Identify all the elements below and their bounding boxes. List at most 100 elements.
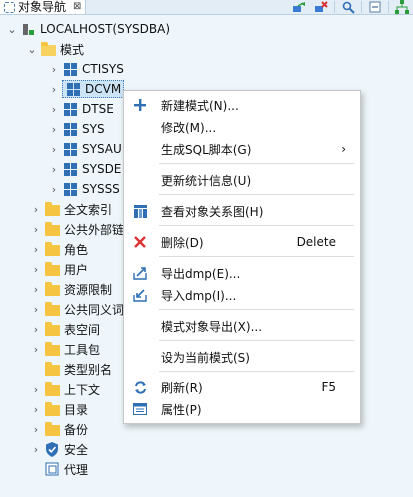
chevron-right-icon[interactable]: › xyxy=(46,103,62,116)
close-icon[interactable]: ⊠ xyxy=(73,1,81,13)
database-server-icon xyxy=(20,21,36,37)
folder-icon xyxy=(44,421,60,437)
chevron-right-icon[interactable]: › xyxy=(28,263,44,276)
submenu-arrow-icon: › xyxy=(341,142,346,156)
chevron-right-icon[interactable]: › xyxy=(28,423,44,436)
chevron-right-icon[interactable]: › xyxy=(28,343,44,356)
folder-icon xyxy=(44,281,60,297)
menu-item-label: 刷新(R) xyxy=(161,380,203,395)
chevron-right-icon[interactable]: › xyxy=(28,243,44,256)
tree-node-schema[interactable]: › SYSAU xyxy=(46,139,122,159)
chevron-right-icon[interactable]: › xyxy=(28,303,44,316)
tree-node-label: 用户 xyxy=(64,262,89,277)
menu-item-export-dmp[interactable]: 导出dmp(E)... xyxy=(124,262,360,284)
chevron-right-icon[interactable]: › xyxy=(28,383,44,396)
tree-node-folder[interactable]: 类型别名 xyxy=(28,359,112,379)
chevron-right-icon[interactable]: › xyxy=(46,83,62,96)
connect-icon[interactable] xyxy=(288,0,310,14)
folder-icon xyxy=(44,401,60,417)
menu-item-delete[interactable]: 删除(D) Delete xyxy=(124,231,360,253)
tree-node-label: 全文索引 xyxy=(64,202,113,217)
chevron-right-icon[interactable]: › xyxy=(28,283,44,296)
tree-node-label: DCVM xyxy=(85,82,122,96)
tree-node-schema[interactable]: › SYS xyxy=(46,119,105,139)
tree-node-schema-selected[interactable]: › DCVM xyxy=(46,79,125,99)
menu-item-label: 设为当前模式(S) xyxy=(161,350,250,365)
tree-node-schema[interactable]: › CTISYS xyxy=(46,59,124,79)
tree-node-schema[interactable]: › DTSE xyxy=(46,99,114,119)
menu-separator xyxy=(159,225,354,226)
menu-separator xyxy=(159,371,354,372)
menu-item-label: 导出dmp(E)... xyxy=(161,266,241,281)
folder-icon xyxy=(44,241,60,257)
tree-node-label: SYS xyxy=(82,122,105,136)
chevron-right-icon[interactable]: › xyxy=(28,443,44,456)
tree-node-proxy[interactable]: 代理 xyxy=(28,459,88,479)
layout-icon[interactable] xyxy=(391,0,413,14)
chevron-down-icon[interactable]: ⌄ xyxy=(24,43,40,56)
menu-item-view-diagram[interactable]: 查看对象关系图(H) xyxy=(124,200,360,222)
tree-node-folder[interactable]: › 全文索引 xyxy=(28,199,112,219)
tree-node-schema[interactable]: › SYSSS xyxy=(46,179,120,199)
tree-node-folder[interactable]: › 角色 xyxy=(28,239,88,259)
menu-item-label: 新建模式(N)... xyxy=(161,98,239,113)
import-icon xyxy=(132,287,148,303)
tree-node-label: CTISYS xyxy=(82,62,124,76)
menu-item-modify[interactable]: 修改(M)... xyxy=(124,116,360,138)
chevron-right-icon[interactable]: › xyxy=(28,203,44,216)
folder-icon xyxy=(44,341,60,357)
schema-icon xyxy=(62,101,78,117)
menu-item-set-current[interactable]: 设为当前模式(S) xyxy=(124,346,360,368)
chevron-right-icon[interactable]: › xyxy=(46,163,62,176)
tree-node-label: 公共外部链 xyxy=(64,222,125,237)
tree-node-folder[interactable]: › 公共外部链 xyxy=(28,219,124,239)
folder-icon xyxy=(44,361,60,377)
tree-node-label: 备份 xyxy=(64,422,89,437)
tree-node-label: 角色 xyxy=(64,242,89,257)
folder-open-icon xyxy=(40,41,56,57)
folder-icon xyxy=(44,321,60,337)
menu-item-export-schema-objects[interactable]: 模式对象导出(X)... xyxy=(124,315,360,337)
collapse-icon[interactable] xyxy=(364,0,386,14)
chevron-right-icon[interactable]: › xyxy=(46,123,62,136)
tree-node-label: 公共同义词 xyxy=(64,302,125,317)
menu-separator xyxy=(159,340,354,341)
shield-icon xyxy=(44,441,60,457)
chevron-right-icon[interactable]: › xyxy=(28,403,44,416)
chevron-right-icon[interactable]: › xyxy=(46,63,62,76)
chevron-right-icon[interactable]: › xyxy=(28,323,44,336)
menu-item-properties[interactable]: 属性(P) xyxy=(124,398,360,420)
tree-node-schemas[interactable]: ⌄ 模式 xyxy=(24,39,84,59)
tree-node-label: DTSE xyxy=(82,102,114,116)
view-titlebar: 对象导航 ⊠ xyxy=(0,0,413,15)
tree-node-folder[interactable]: › 工具包 xyxy=(28,339,100,359)
tree-node-label: 工具包 xyxy=(64,342,101,357)
chevron-right-icon[interactable]: › xyxy=(46,183,62,196)
search-icon[interactable] xyxy=(337,0,359,14)
tree-node-folder[interactable]: › 用户 xyxy=(28,259,88,279)
disconnect-icon[interactable] xyxy=(310,0,332,14)
menu-item-update-stats[interactable]: 更新统计信息(U) xyxy=(124,169,360,191)
tree-node-folder[interactable]: › 公共同义词 xyxy=(28,299,124,319)
tree-node-folder[interactable]: › 目录 xyxy=(28,399,88,419)
menu-item-import-dmp[interactable]: 导入dmp(I)... xyxy=(124,284,360,306)
tree-node-folder[interactable]: › 表空间 xyxy=(28,319,100,339)
tab-object-navigator[interactable]: 对象导航 ⊠ xyxy=(0,0,87,14)
folder-icon xyxy=(44,261,60,277)
tree-node-folder[interactable]: › 备份 xyxy=(28,419,88,439)
tree-node-folder[interactable]: › 上下文 xyxy=(28,379,100,399)
tree-node-label: 资源限制 xyxy=(64,282,113,297)
chevron-right-icon[interactable]: › xyxy=(46,143,62,156)
tree-node-root[interactable]: ⌄ LOCALHOST(SYSDBA) xyxy=(4,19,170,39)
tree-node-schema[interactable]: › SYSDE xyxy=(46,159,122,179)
menu-item-new-schema[interactable]: 新建模式(N)... xyxy=(124,94,360,116)
tree-node-folder[interactable]: › 资源限制 xyxy=(28,279,112,299)
folder-icon xyxy=(44,221,60,237)
menu-item-refresh[interactable]: 刷新(R) F5 xyxy=(124,376,360,398)
tree-node-security[interactable]: › 安全 xyxy=(28,439,88,459)
tree-node-label: 模式 xyxy=(60,42,85,57)
chevron-down-icon[interactable]: ⌄ xyxy=(4,23,20,36)
menu-item-generate-sql[interactable]: 生成SQL脚本(G) › xyxy=(124,138,360,160)
chevron-right-icon[interactable]: › xyxy=(28,223,44,236)
schema-icon xyxy=(62,161,78,177)
